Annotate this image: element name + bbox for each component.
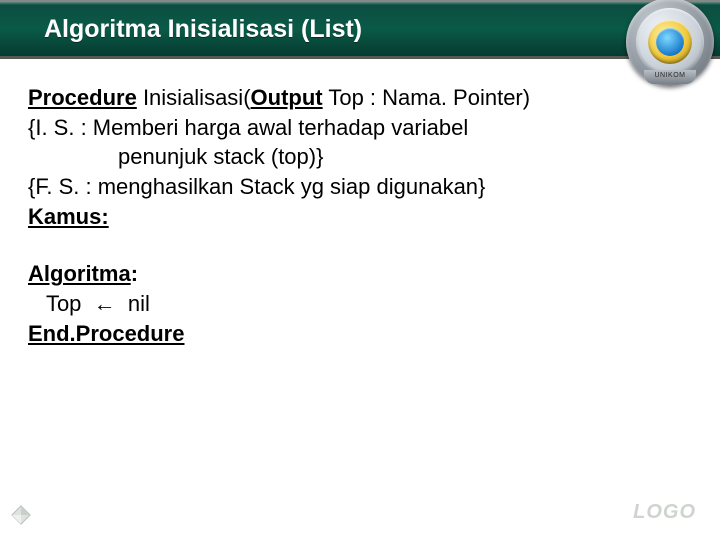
- keyword-output: Output: [251, 85, 323, 110]
- keyword-algoritma: Algoritma: [28, 261, 131, 286]
- slide-body: Procedure Inisialisasi(Output Top : Nama…: [0, 59, 720, 349]
- keyword-procedure: Procedure: [28, 85, 137, 110]
- final-state-line: {F. S. : menghasilkan Stack yg siap digu…: [28, 172, 692, 202]
- title-bar: Algoritma Inisialisasi (List): [0, 0, 720, 59]
- logo-caption: UNIKOM: [644, 70, 696, 84]
- initial-state-cont: penunjuk stack (top)}: [28, 142, 692, 172]
- end-procedure: End.Procedure: [28, 319, 692, 349]
- kamus-label: Kamus:: [28, 202, 692, 232]
- initial-state-line: {I. S. : Memberi harga awal terhadap var…: [28, 113, 692, 143]
- diamond-bullet-icon: [10, 504, 32, 526]
- algoritma-colon: :: [131, 261, 138, 286]
- assignment-line: Top ← nil: [28, 289, 692, 319]
- algoritma-heading: Algoritma:: [28, 259, 692, 289]
- procedure-name: Inisialisasi(: [137, 85, 251, 110]
- procedure-heading: Procedure Inisialisasi(Output Top : Nama…: [28, 83, 692, 113]
- procedure-signature-tail: Top : Nama. Pointer): [323, 85, 530, 110]
- watermark-text: LOGO: [633, 501, 696, 524]
- slide-title: Algoritma Inisialisasi (List): [0, 2, 720, 56]
- university-logo: UNIKOM: [626, 0, 714, 86]
